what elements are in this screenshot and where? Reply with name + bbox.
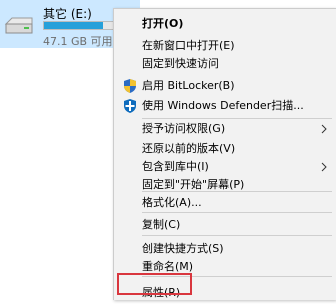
menu-separator — [142, 212, 332, 213]
menu-item-label: 复制(C) — [142, 218, 181, 231]
menu-item-defender-scan[interactable]: 使用 Windows Defender扫描... — [114, 95, 336, 117]
drive-name: 其它 (E:) — [43, 7, 92, 21]
menu-item-open[interactable]: 打开(O) — [114, 13, 336, 35]
menu-item-bitlocker[interactable]: 启用 BitLocker(B) — [114, 75, 336, 97]
menu-item-grant-access[interactable]: 授予访问权限(G) — [114, 118, 336, 140]
context-menu: 打开(O) 在新窗口中打开(E) 固定到快速访问 启用 BitLocker(B)… — [113, 8, 336, 300]
menu-item-format[interactable]: 格式化(A)... — [114, 192, 336, 214]
drive-usage-fill — [44, 22, 103, 29]
defender-icon — [124, 99, 136, 113]
menu-item-label: 格式化(A)... — [142, 196, 202, 209]
drive-icon — [4, 17, 33, 34]
menu-item-label: 固定到快速访问 — [142, 57, 219, 70]
menu-item-label: 使用 Windows Defender扫描... — [142, 99, 304, 112]
menu-separator — [142, 235, 332, 236]
menu-item-copy[interactable]: 复制(C) — [114, 214, 336, 236]
shield-icon — [124, 79, 136, 93]
chevron-right-icon — [321, 162, 327, 172]
menu-item-label: 启用 BitLocker(B) — [142, 79, 235, 92]
properties-highlight-box — [117, 273, 192, 295]
menu-item-label: 打开(O) — [142, 17, 184, 30]
menu-item-pin-quick-access[interactable]: 固定到快速访问 — [114, 53, 336, 75]
chevron-right-icon — [321, 124, 327, 134]
menu-item-label: 授予访问权限(G) — [142, 122, 226, 135]
